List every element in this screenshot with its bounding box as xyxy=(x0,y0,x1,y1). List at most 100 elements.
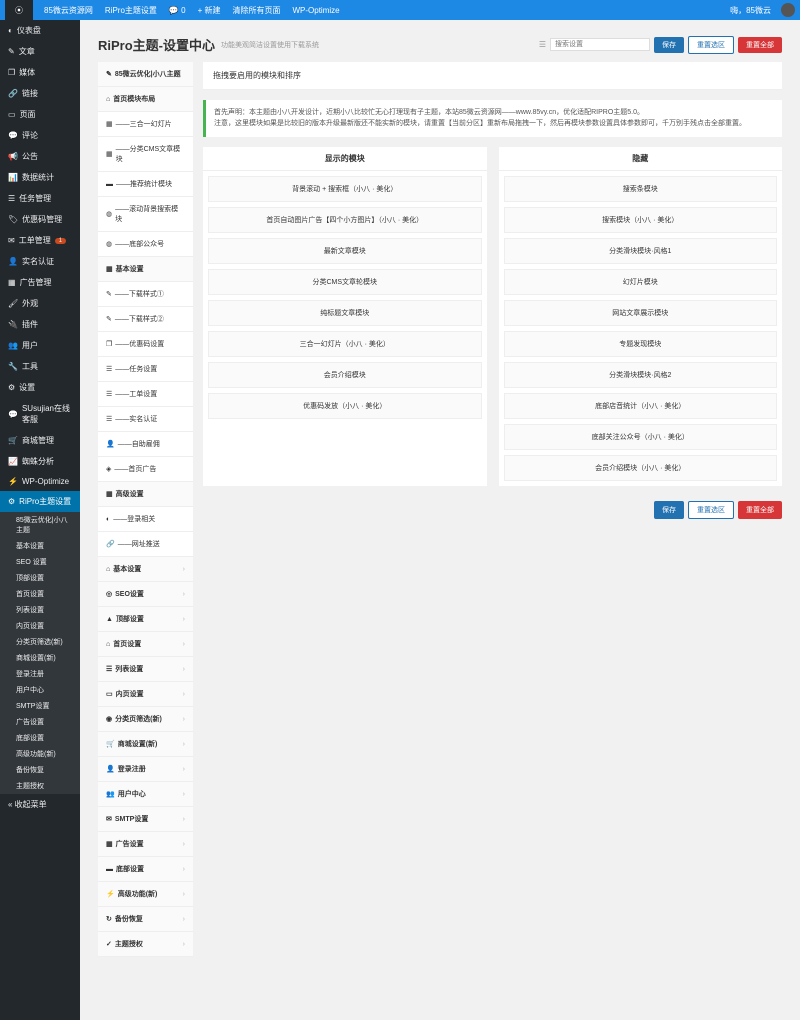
sidebar-subitem[interactable]: 高级功能(新) xyxy=(0,746,80,762)
module-item[interactable]: 分类滑块模块·风格1 xyxy=(504,238,778,264)
nav-item[interactable]: ⚡高级功能(新)› xyxy=(98,882,193,907)
sidebar-subitem[interactable]: 基本设置 xyxy=(0,538,80,554)
sidebar-item[interactable]: 📈蜘蛛分析 xyxy=(0,451,80,472)
nav-item[interactable]: ▬底部设置› xyxy=(98,857,193,882)
sidebar-item[interactable]: ⚡WP-Optimize xyxy=(0,472,80,491)
nav-item[interactable]: ▦——分类CMS文章模块 xyxy=(98,137,193,172)
topbar-comments[interactable]: 💬 0 xyxy=(169,6,186,15)
nav-item[interactable]: ▲顶部设置› xyxy=(98,607,193,632)
nav-item[interactable]: ▬——推荐统计模块 xyxy=(98,172,193,197)
sidebar-subitem[interactable]: 主题授权 xyxy=(0,778,80,794)
sidebar-item[interactable]: ◐仪表盘 xyxy=(0,20,80,41)
nav-item[interactable]: 👤——自助雇佣 xyxy=(98,432,193,457)
save-button-footer[interactable]: 保存 xyxy=(654,501,684,519)
module-item[interactable]: 优惠码发放（小八 · 美化） xyxy=(208,393,482,419)
sidebar-item[interactable]: 💬评论 xyxy=(0,125,80,146)
nav-item[interactable]: ▦基本设置 xyxy=(98,257,193,282)
avatar-icon[interactable] xyxy=(781,3,795,17)
nav-item[interactable]: ◉分类页筛选(新)› xyxy=(98,707,193,732)
sidebar-subitem[interactable]: 顶部设置 xyxy=(0,570,80,586)
sidebar-subitem[interactable]: 85微云优化|小八主题 xyxy=(0,512,80,538)
nav-item[interactable]: ⌂首页模块布局 xyxy=(98,87,193,112)
reset-all-button[interactable]: 重置全部 xyxy=(738,37,782,53)
module-item[interactable]: 专题发现模块 xyxy=(504,331,778,357)
nav-item[interactable]: ▦广告设置› xyxy=(98,832,193,857)
sidebar-item[interactable]: 🔌插件 xyxy=(0,314,80,335)
nav-item[interactable]: ✉SMTP设置› xyxy=(98,807,193,832)
sidebar-item[interactable]: 📊数据统计 xyxy=(0,167,80,188)
nav-item[interactable]: ↻备份恢复› xyxy=(98,907,193,932)
sidebar-item[interactable]: 🔗链接 xyxy=(0,83,80,104)
module-item[interactable]: 搜索模块（小八 · 美化） xyxy=(504,207,778,233)
module-item[interactable]: 纯标题文章模块 xyxy=(208,300,482,326)
nav-item[interactable]: ✎85微云优化|小八主题 xyxy=(98,62,193,87)
nav-item[interactable]: 🔗——网址推送 xyxy=(98,532,193,557)
sidebar-subitem[interactable]: 分类页筛选(新) xyxy=(0,634,80,650)
nav-item[interactable]: ▦——三合一幻灯片 xyxy=(98,112,193,137)
sidebar-subitem[interactable]: 用户中心 xyxy=(0,682,80,698)
reset-all-button-footer[interactable]: 重置全部 xyxy=(738,501,782,519)
wp-logo-icon[interactable]: ⦿ xyxy=(5,0,33,20)
sidebar-subitem[interactable]: 底部设置 xyxy=(0,730,80,746)
sidebar-subitem[interactable]: 内页设置 xyxy=(0,618,80,634)
nav-item[interactable]: ✓主题授权› xyxy=(98,932,193,957)
sidebar-item[interactable]: ⚙RiPro主题设置 xyxy=(0,491,80,512)
module-item[interactable]: 搜索条模块 xyxy=(504,176,778,202)
module-item[interactable]: 网站文章展示模块 xyxy=(504,300,778,326)
nav-item[interactable]: 👤登录注册› xyxy=(98,757,193,782)
sidebar-item[interactable]: 🔧工具 xyxy=(0,356,80,377)
nav-item[interactable]: ☰——工单设置 xyxy=(98,382,193,407)
nav-item[interactable]: ✎——下载样式① xyxy=(98,282,193,307)
sidebar-item[interactable]: ▦广告管理 xyxy=(0,272,80,293)
module-item[interactable]: 分类滑块模块·风格2 xyxy=(504,362,778,388)
sidebar-subitem[interactable]: 备份恢复 xyxy=(0,762,80,778)
sidebar-subitem[interactable]: 广告设置 xyxy=(0,714,80,730)
module-item[interactable]: 分类CMS文章轮模块 xyxy=(208,269,482,295)
module-item[interactable]: 最新文章模块 xyxy=(208,238,482,264)
sidebar-subitem[interactable]: 首页设置 xyxy=(0,586,80,602)
sidebar-item[interactable]: 📢公告 xyxy=(0,146,80,167)
nav-item[interactable]: ◍——滚动背景搜索模块 xyxy=(98,197,193,232)
sidebar-item[interactable]: 🏷优惠码管理 xyxy=(0,209,80,230)
module-item[interactable]: 会员介绍模块（小八 · 美化） xyxy=(504,455,778,481)
nav-item[interactable]: ◍——底部公众号 xyxy=(98,232,193,257)
sidebar-item[interactable]: ❐媒体 xyxy=(0,62,80,83)
reset-section-button[interactable]: 重置选区 xyxy=(688,36,734,54)
sidebar-item[interactable]: ▭页面 xyxy=(0,104,80,125)
save-button[interactable]: 保存 xyxy=(654,37,684,53)
topbar-theme[interactable]: RiPro主题设置 xyxy=(105,5,157,16)
nav-item[interactable]: ▦高级设置 xyxy=(98,482,193,507)
sidebar-subitem[interactable]: SMTP设置 xyxy=(0,698,80,714)
sidebar-item[interactable]: 💬SUsujian在线客服 xyxy=(0,398,80,430)
nav-item[interactable]: ◎SEO设置› xyxy=(98,582,193,607)
module-item[interactable]: 三合一幻灯片（小八 · 美化） xyxy=(208,331,482,357)
search-input[interactable] xyxy=(550,38,650,51)
nav-item[interactable]: 👥用户中心› xyxy=(98,782,193,807)
module-item[interactable]: 背景滚动 + 搜索框（小八 · 美化） xyxy=(208,176,482,202)
nav-item[interactable]: ◈——首页广告 xyxy=(98,457,193,482)
reset-section-button-footer[interactable]: 重置选区 xyxy=(688,501,734,519)
nav-item[interactable]: 🛒商城设置(新)› xyxy=(98,732,193,757)
module-item[interactable]: 会员介绍模块 xyxy=(208,362,482,388)
sidebar-subitem[interactable]: 登录注册 xyxy=(0,666,80,682)
module-item[interactable]: 底部店音统计（小八 · 美化） xyxy=(504,393,778,419)
nav-item[interactable]: ⌂基本设置› xyxy=(98,557,193,582)
sidebar-subitem[interactable]: SEO 设置 xyxy=(0,554,80,570)
module-item[interactable]: 底部关注公众号（小八 · 美化） xyxy=(504,424,778,450)
sidebar-item[interactable]: ✎文章 xyxy=(0,41,80,62)
module-item[interactable]: 幻灯片模块 xyxy=(504,269,778,295)
nav-item[interactable]: ☰列表设置› xyxy=(98,657,193,682)
nav-item[interactable]: ▭内页设置› xyxy=(98,682,193,707)
topbar-site[interactable]: 85微云资源网 xyxy=(44,5,93,16)
collapse-menu[interactable]: « 收起菜单 xyxy=(0,794,80,815)
menu-icon[interactable]: ☰ xyxy=(539,40,546,49)
sidebar-item[interactable]: 🖌外观 xyxy=(0,293,80,314)
sidebar-item[interactable]: ☰任务管理 xyxy=(0,188,80,209)
sidebar-item[interactable]: ⚙设置 xyxy=(0,377,80,398)
topbar-new[interactable]: + 新建 xyxy=(198,5,221,16)
nav-item[interactable]: ⌂首页设置› xyxy=(98,632,193,657)
nav-item[interactable]: ❐——优惠码设置 xyxy=(98,332,193,357)
nav-item[interactable]: ☰——任务设置 xyxy=(98,357,193,382)
topbar-clear[interactable]: 清除所有页面 xyxy=(232,5,280,16)
nav-item[interactable]: ☰——实名认证 xyxy=(98,407,193,432)
